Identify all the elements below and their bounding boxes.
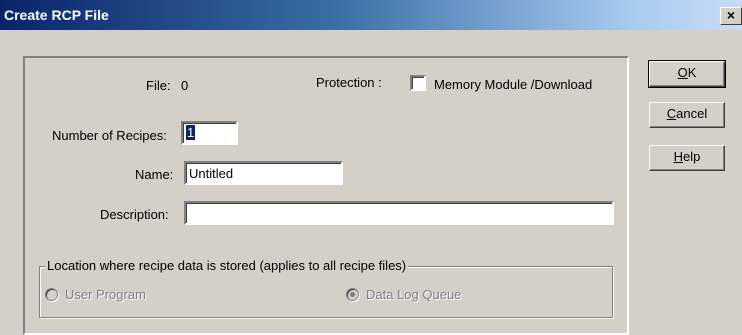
name-label: Name:: [135, 167, 174, 182]
window-title: Create RCP File: [4, 7, 109, 23]
description-input[interactable]: [184, 201, 614, 225]
data-log-queue-radio[interactable]: [346, 288, 359, 301]
recipes-input[interactable]: 1: [181, 121, 238, 145]
data-log-queue-label: Data Log Queue: [366, 287, 462, 302]
help-mnemonic: H: [673, 149, 684, 164]
user-program-radio[interactable]: [45, 288, 58, 301]
location-groupbox: Location where recipe data is stored (ap…: [39, 258, 613, 318]
cancel-label: ancel: [676, 106, 708, 121]
cancel-button[interactable]: Cancel: [649, 102, 725, 128]
create-rcp-file-dialog: Create RCP File × File: 0 Protection : M…: [0, 0, 742, 335]
memory-module-checkbox[interactable]: [410, 75, 426, 91]
title-bar[interactable]: Create RCP File ×: [0, 0, 742, 30]
ok-mnemonic: O: [677, 65, 688, 80]
description-label: Description:: [100, 207, 169, 222]
cancel-mnemonic: C: [666, 106, 677, 121]
name-input[interactable]: [184, 161, 343, 185]
recipes-label: Number of Recipes:: [52, 128, 167, 143]
memory-module-label: Memory Module /Download: [434, 77, 593, 92]
protection-label: Protection :: [316, 75, 382, 90]
file-label: File:: [146, 78, 171, 93]
recipes-value: 1: [186, 125, 196, 140]
help-button[interactable]: Help: [649, 145, 725, 171]
ok-button[interactable]: OK: [648, 60, 726, 88]
user-program-label: User Program: [65, 287, 146, 302]
file-number: 0: [181, 78, 189, 93]
radio-selected-dot: [350, 292, 355, 297]
help-label: elp: [683, 149, 701, 164]
close-icon[interactable]: ×: [720, 7, 742, 25]
ok-label: K: [687, 65, 697, 80]
location-group-legend: Location where recipe data is stored (ap…: [45, 258, 409, 273]
main-panel: File: 0 Protection : Memory Module /Down…: [23, 56, 629, 335]
